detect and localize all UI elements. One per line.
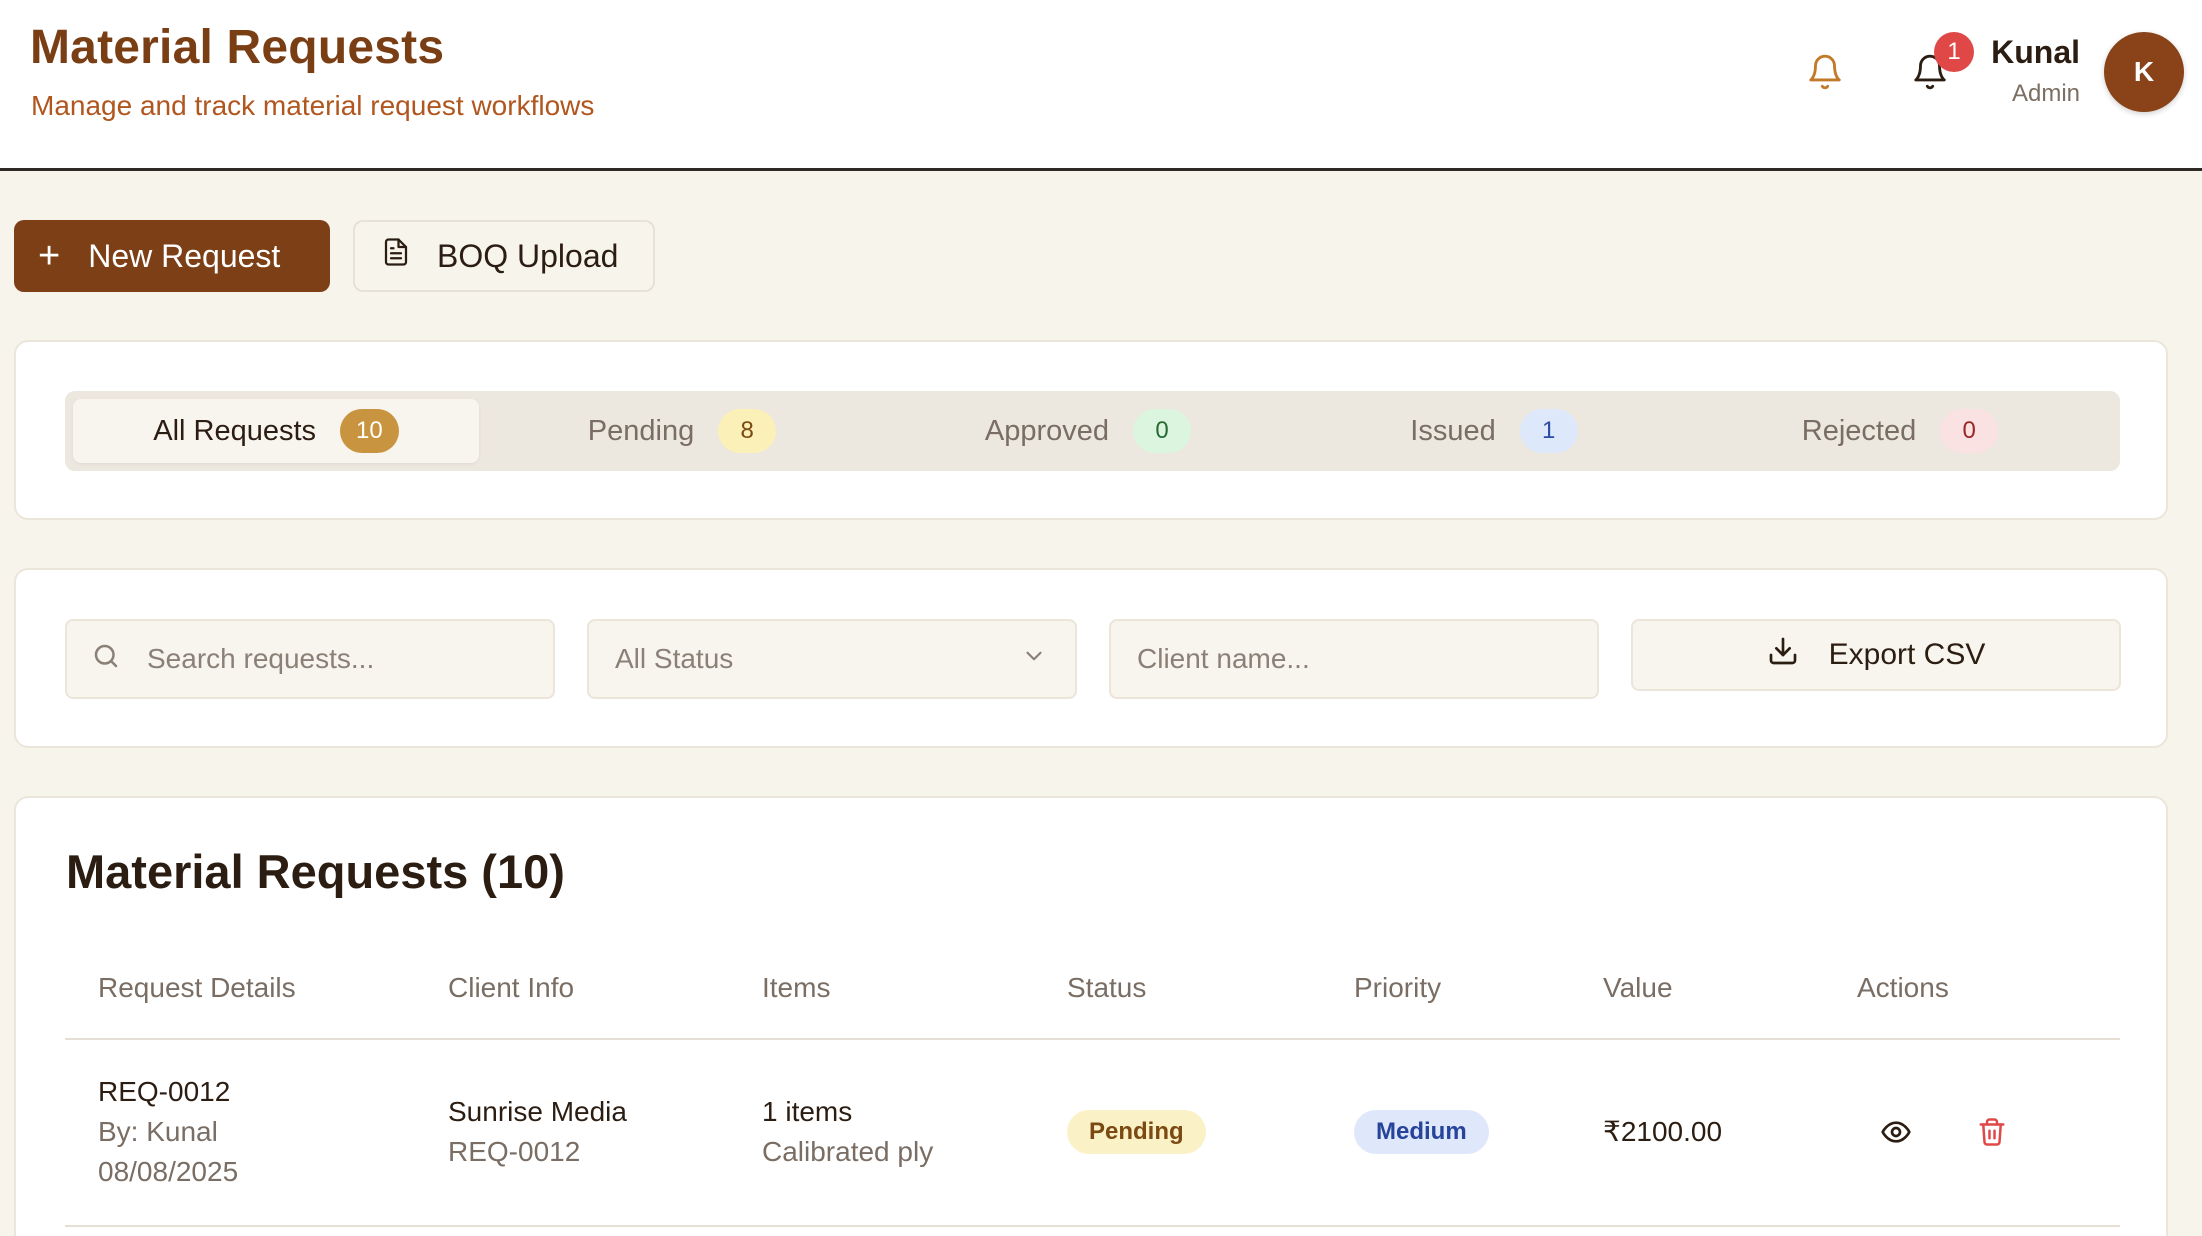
column-header: Value bbox=[1603, 972, 1673, 1003]
tab-label: Pending bbox=[587, 414, 695, 447]
status-tabs: All Requests 10 Pending 8 Approved 0 Iss… bbox=[65, 391, 2120, 471]
table-row-divider bbox=[65, 1225, 2120, 1227]
export-csv-label: Export CSV bbox=[1828, 638, 1986, 671]
plus-icon: + bbox=[38, 235, 61, 277]
tab-rejected[interactable]: Rejected 0 bbox=[1697, 399, 2103, 463]
boq-upload-button[interactable]: BOQ Upload bbox=[353, 220, 655, 292]
column-header: Priority bbox=[1354, 972, 1442, 1003]
items-count: 1 items bbox=[762, 1096, 853, 1127]
tab-count-badge: 8 bbox=[718, 409, 777, 453]
tab-count-badge: 10 bbox=[340, 409, 399, 453]
requests-table-card: Material Requests (10) Request Details C… bbox=[14, 796, 2168, 1236]
eye-icon[interactable] bbox=[1876, 1112, 1916, 1152]
page-title: Material Requests bbox=[30, 21, 445, 74]
download-icon bbox=[1767, 635, 1799, 675]
request-date: 08/08/2025 bbox=[98, 1156, 239, 1187]
request-id[interactable]: REQ-0012 bbox=[98, 1072, 230, 1112]
new-request-button[interactable]: + New Request bbox=[14, 220, 330, 292]
chevron-down-icon bbox=[1021, 643, 1047, 676]
priority-badge: Medium bbox=[1354, 1110, 1489, 1154]
column-header: Actions bbox=[1857, 972, 1949, 1003]
table-header-divider bbox=[65, 1038, 2120, 1040]
client-name-input[interactable]: Client name... bbox=[1109, 619, 1599, 699]
column-header: Status bbox=[1067, 972, 1147, 1003]
column-header: Items bbox=[762, 972, 831, 1003]
new-request-label: New Request bbox=[88, 237, 281, 274]
export-csv-button[interactable]: Export CSV bbox=[1631, 619, 2121, 691]
tab-label: Issued bbox=[1410, 414, 1496, 447]
boq-upload-label: BOQ Upload bbox=[437, 237, 619, 274]
request-value: ₹2100.00 bbox=[1603, 1116, 1723, 1147]
tab-issued[interactable]: Issued 1 bbox=[1291, 399, 1697, 463]
tab-count-badge: 0 bbox=[1133, 409, 1192, 453]
user-role: Admin bbox=[2011, 80, 2080, 107]
filters-card: Search requests... All Status Client nam… bbox=[14, 568, 2168, 748]
user-name: Kunal bbox=[1991, 34, 2080, 70]
request-by: By: Kunal bbox=[98, 1116, 218, 1147]
app-header: Material Requests Manage and track mater… bbox=[0, 0, 2202, 171]
page-subtitle: Manage and track material request workfl… bbox=[31, 90, 595, 121]
column-header: Client Info bbox=[448, 972, 575, 1003]
tab-all-requests[interactable]: All Requests 10 bbox=[73, 399, 479, 463]
search-input[interactable]: Search requests... bbox=[65, 619, 555, 699]
items-description: Calibrated ply bbox=[762, 1136, 934, 1167]
client-name-placeholder: Client name... bbox=[1137, 643, 1310, 674]
tab-label: All Requests bbox=[153, 414, 317, 447]
client-name: Sunrise Media bbox=[448, 1096, 627, 1127]
trash-icon[interactable] bbox=[1972, 1112, 2012, 1152]
client-ref: REQ-0012 bbox=[448, 1136, 581, 1167]
tab-pending[interactable]: Pending 8 bbox=[479, 399, 885, 463]
avatar[interactable]: K bbox=[2104, 32, 2184, 112]
tab-count-badge: 1 bbox=[1519, 409, 1578, 453]
table-title: Material Requests (10) bbox=[66, 845, 565, 898]
status-select-value: All Status bbox=[615, 643, 734, 674]
column-header: Request Details bbox=[98, 972, 296, 1003]
tab-count-badge: 0 bbox=[1940, 409, 1999, 453]
search-placeholder: Search requests... bbox=[147, 643, 375, 674]
status-select[interactable]: All Status bbox=[587, 619, 1077, 699]
document-icon bbox=[381, 235, 411, 277]
tab-label: Approved bbox=[984, 414, 1110, 447]
tab-approved[interactable]: Approved 0 bbox=[885, 399, 1291, 463]
tab-label: Rejected bbox=[1801, 414, 1917, 447]
status-badge: Pending bbox=[1067, 1110, 1206, 1154]
bell-icon[interactable] bbox=[1806, 52, 1844, 92]
status-tabs-card: All Requests 10 Pending 8 Approved 0 Iss… bbox=[14, 340, 2168, 520]
search-icon bbox=[91, 641, 121, 678]
